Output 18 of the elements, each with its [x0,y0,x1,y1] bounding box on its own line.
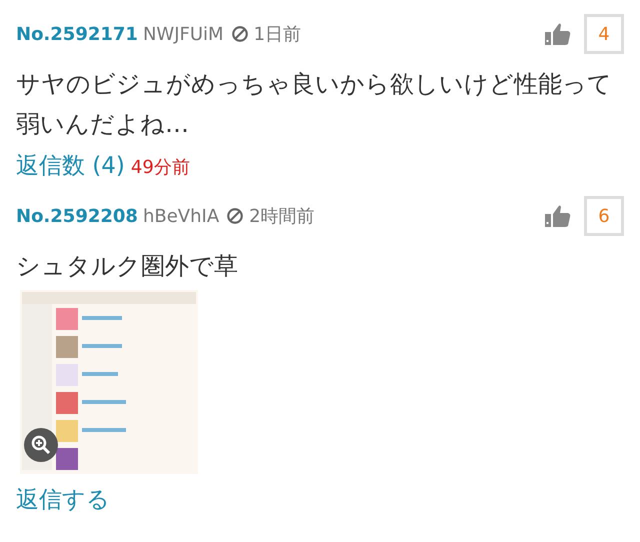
reply-count-link[interactable]: 返信数 (4) [16,153,125,179]
post-number[interactable]: No.2592171 [16,24,138,44]
thumbs-up-icon[interactable] [545,204,571,228]
user-id: hBeVhIA [142,206,220,226]
block-icon[interactable] [230,25,249,43]
reply-time: 49分前 [130,157,190,178]
zoom-in-icon[interactable] [24,428,58,462]
reply-link[interactable]: 返信する [16,487,110,513]
post-time: 1日前 [254,23,302,46]
block-icon[interactable] [226,207,244,225]
thumbs-up-icon[interactable] [545,22,571,46]
post-number[interactable]: No.2592208 [16,206,138,226]
user-id: NWJFUiM [142,24,224,44]
like-count: 6 [584,196,624,236]
post-time: 2時間前 [249,205,315,228]
post-text: サヤのビジュがめっちゃ良いから欲しいけど性能って弱いんだよね… [16,69,613,140]
like-count: 4 [584,14,624,54]
post-text: シュタルク圏外で草 [16,251,239,282]
